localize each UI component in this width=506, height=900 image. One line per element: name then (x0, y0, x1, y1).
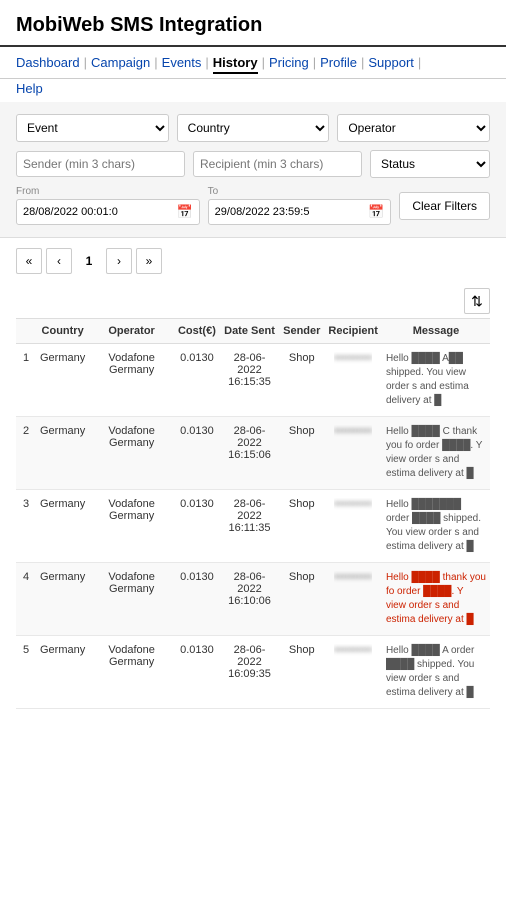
nav-pricing[interactable]: Pricing (269, 53, 309, 74)
table-container: ⇅ Country Operator Cost(€) Date Sent Sen… (0, 284, 506, 709)
event-filter[interactable]: Event (16, 114, 169, 142)
cell-date: 28-06-2022 16:10:06 (220, 563, 279, 636)
operator-filter[interactable]: Operator (337, 114, 490, 142)
cell-sender: Shop (279, 636, 324, 709)
table-row: 5 Germany Vodafone Germany 0.0130 28-06-… (16, 636, 490, 709)
cell-country: Germany (36, 490, 89, 563)
table-row: 1 Germany Vodafone Germany 0.0130 28-06-… (16, 344, 490, 417)
filter-row-1: Event Country Operator (16, 114, 490, 142)
nav-dashboard[interactable]: Dashboard (16, 53, 80, 74)
cell-operator: Vodafone Germany (89, 417, 174, 490)
table-row: 3 Germany Vodafone Germany 0.0130 28-06-… (16, 490, 490, 563)
table-row: 4 Germany Vodafone Germany 0.0130 28-06-… (16, 563, 490, 636)
cell-cost: 0.0130 (174, 563, 220, 636)
cell-message: Hello ████ thank you fo order ████. Y vi… (382, 563, 490, 636)
nav-profile[interactable]: Profile (320, 53, 357, 74)
cell-sender: Shop (279, 344, 324, 417)
table-options-button[interactable]: ⇅ (464, 288, 490, 314)
col-date-sent: Date Sent (220, 319, 279, 344)
cell-sender: Shop (279, 417, 324, 490)
nav-campaign[interactable]: Campaign (91, 53, 150, 74)
clear-filters-button[interactable]: Clear Filters (399, 192, 490, 220)
page-title: MobiWeb SMS Integration (16, 14, 490, 37)
cell-cost: 0.0130 (174, 636, 220, 709)
page-header: MobiWeb SMS Integration (0, 0, 506, 47)
col-num (16, 319, 36, 344)
cell-num: 5 (16, 636, 36, 709)
cell-date: 28-06-2022 16:09:35 (220, 636, 279, 709)
cell-num: 4 (16, 563, 36, 636)
cell-recipient: •••••••••• (324, 490, 382, 563)
recipient-input[interactable] (193, 151, 362, 177)
cell-operator: Vodafone Germany (89, 344, 174, 417)
cell-recipient: •••••••••• (324, 344, 382, 417)
cell-cost: 0.0130 (174, 344, 220, 417)
sender-input[interactable] (16, 151, 185, 177)
col-sender: Sender (279, 319, 324, 344)
nav-support[interactable]: Support (368, 53, 414, 74)
cell-message: Hello ████ C thank you fo order ████. Y … (382, 417, 490, 490)
cell-message: Hello ███████ order ████ shipped. You vi… (382, 490, 490, 563)
cell-message: Hello ████ A██ shipped. You view order s… (382, 344, 490, 417)
cell-recipient: •••••••••• (324, 563, 382, 636)
last-page-button[interactable]: » (136, 248, 162, 274)
current-page: 1 (76, 248, 102, 274)
cell-num: 2 (16, 417, 36, 490)
table-row: 2 Germany Vodafone Germany 0.0130 28-06-… (16, 417, 490, 490)
nav-history[interactable]: History (213, 53, 258, 74)
cell-country: Germany (36, 563, 89, 636)
cell-sender: Shop (279, 490, 324, 563)
to-date-field: To 📅 (208, 186, 392, 225)
col-message: Message (382, 319, 490, 344)
country-filter[interactable]: Country (177, 114, 330, 142)
nav-second-row: Help (0, 79, 506, 102)
nav-events[interactable]: Events (162, 53, 202, 74)
col-cost: Cost(€) (174, 319, 220, 344)
to-label: To (208, 186, 392, 197)
date-row: From 📅 To 📅 Clear Filters (16, 186, 490, 225)
cell-country: Germany (36, 417, 89, 490)
table-header-row: Country Operator Cost(€) Date Sent Sende… (16, 319, 490, 344)
from-calendar-icon[interactable]: 📅 (176, 204, 192, 220)
col-recipient: Recipient (324, 319, 382, 344)
first-page-button[interactable]: « (16, 248, 42, 274)
cell-date: 28-06-2022 16:15:35 (220, 344, 279, 417)
main-nav: Dashboard | Campaign | Events | History … (0, 47, 506, 79)
to-calendar-icon[interactable]: 📅 (368, 204, 384, 220)
cell-message: Hello ████ A order ████ shipped. You vie… (382, 636, 490, 709)
cell-sender: Shop (279, 563, 324, 636)
pagination: « ‹ 1 › » (0, 238, 506, 284)
to-date-input[interactable] (215, 206, 364, 218)
cell-date: 28-06-2022 16:11:35 (220, 490, 279, 563)
cell-num: 3 (16, 490, 36, 563)
prev-page-button[interactable]: ‹ (46, 248, 72, 274)
next-page-button[interactable]: › (106, 248, 132, 274)
table-options: ⇅ (16, 284, 490, 318)
nav-help[interactable]: Help (16, 81, 43, 96)
from-date-field: From 📅 (16, 186, 200, 225)
cell-recipient: •••••••••• (324, 417, 382, 490)
filter-row-2: Status (16, 150, 490, 178)
cell-operator: Vodafone Germany (89, 636, 174, 709)
cell-operator: Vodafone Germany (89, 563, 174, 636)
cell-num: 1 (16, 344, 36, 417)
cell-recipient: •••••••••• (324, 636, 382, 709)
cell-date: 28-06-2022 16:15:06 (220, 417, 279, 490)
cell-country: Germany (36, 636, 89, 709)
status-filter[interactable]: Status (370, 150, 490, 178)
from-date-input[interactable] (23, 206, 172, 218)
from-label: From (16, 186, 200, 197)
history-table: Country Operator Cost(€) Date Sent Sende… (16, 318, 490, 709)
cell-country: Germany (36, 344, 89, 417)
cell-operator: Vodafone Germany (89, 490, 174, 563)
cell-cost: 0.0130 (174, 490, 220, 563)
col-country: Country (36, 319, 89, 344)
cell-cost: 0.0130 (174, 417, 220, 490)
col-operator: Operator (89, 319, 174, 344)
filters-section: Event Country Operator Status From 📅 To … (0, 102, 506, 238)
